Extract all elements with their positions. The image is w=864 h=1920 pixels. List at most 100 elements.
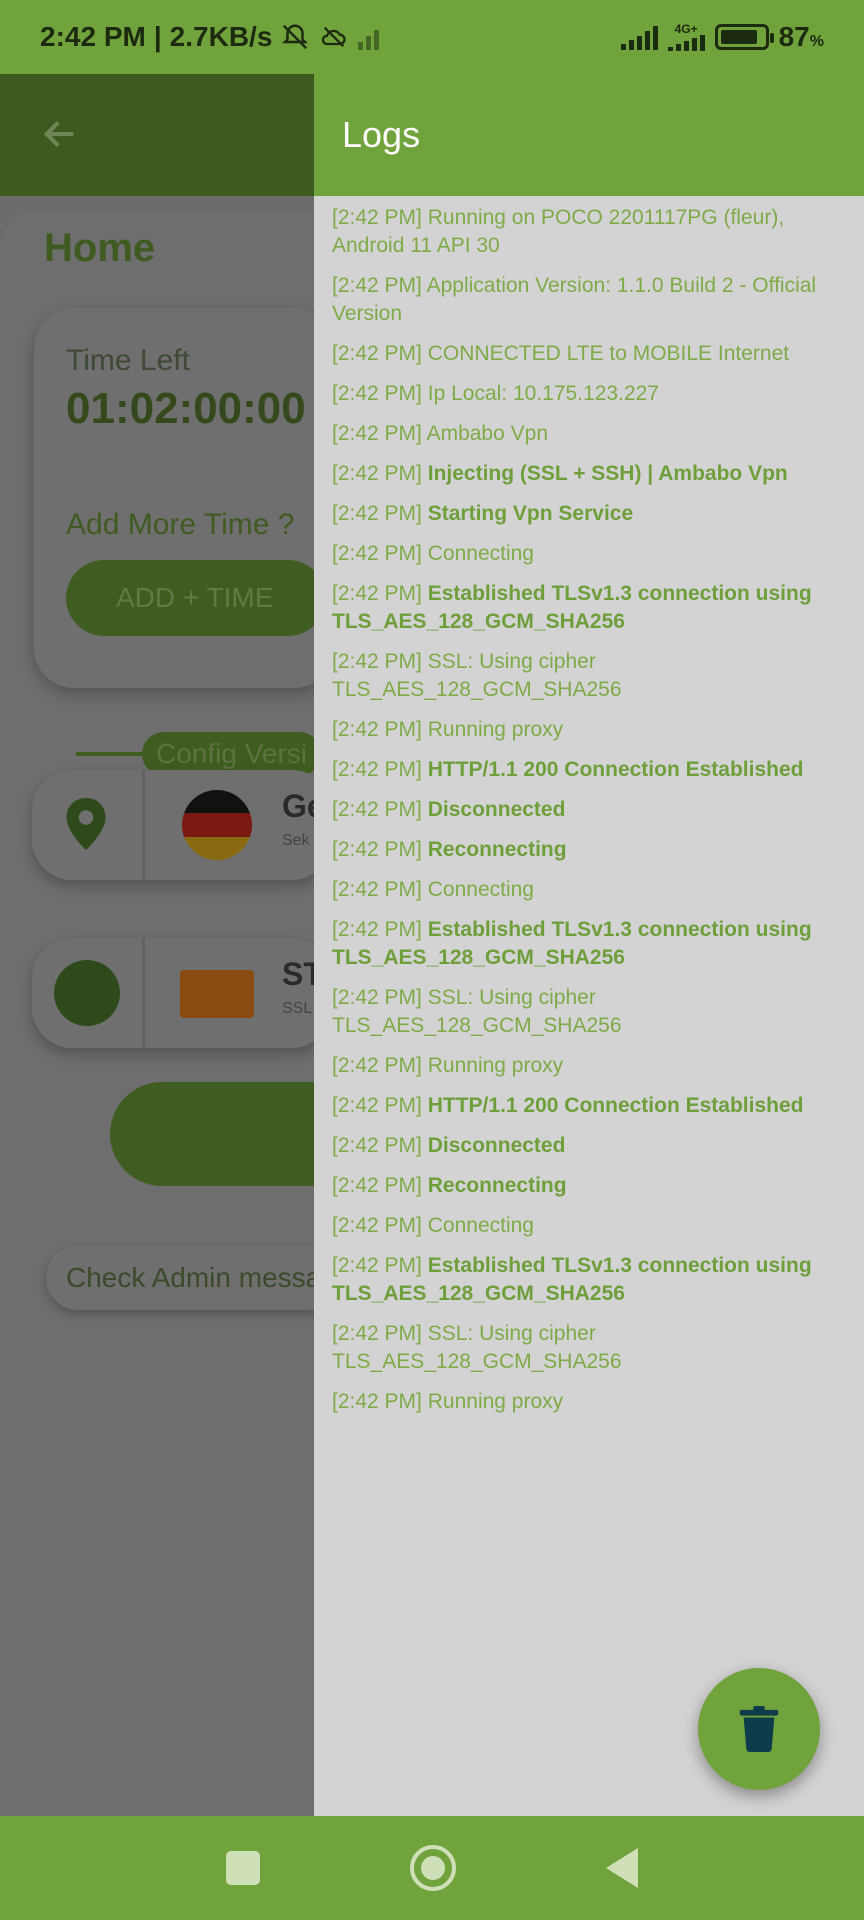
log-entry: [2:42 PM] Running on POCO 2201117PG (fle… xyxy=(332,204,848,260)
cloud-off-icon xyxy=(322,26,346,48)
log-entry: [2:42 PM] HTTP/1.1 200 Connection Establ… xyxy=(332,756,848,784)
germany-flag-icon xyxy=(182,790,252,860)
status-right: 4G+ 87% xyxy=(620,21,824,53)
log-timestamp: [2:42 PM] xyxy=(332,650,422,673)
log-timestamp: [2:42 PM] xyxy=(332,1094,422,1117)
logs-drawer: Logs [2:42 PM] Running on POCO 2201117PG… xyxy=(314,74,864,1816)
log-timestamp: [2:42 PM] xyxy=(332,462,422,485)
log-timestamp: [2:42 PM] xyxy=(332,986,422,1009)
log-entry: [2:42 PM] Running proxy xyxy=(332,1052,848,1080)
log-message: Connecting xyxy=(427,1214,534,1237)
log-timestamp: [2:42 PM] xyxy=(332,1054,422,1077)
server-row[interactable]: Ge Sek xyxy=(32,770,332,880)
log-message: Ip Local: 10.175.123.227 xyxy=(427,382,659,405)
log-timestamp: [2:42 PM] xyxy=(332,718,422,741)
log-timestamp: [2:42 PM] xyxy=(332,274,422,297)
log-timestamp: [2:42 PM] xyxy=(332,542,422,565)
network-label: 4G+ xyxy=(674,22,698,36)
log-timestamp: [2:42 PM] xyxy=(332,422,422,445)
log-timestamp: [2:42 PM] xyxy=(332,206,422,229)
log-message: Running proxy xyxy=(427,718,564,741)
network-type: 4G+ xyxy=(667,22,705,51)
log-message: HTTP/1.1 200 Connection Established xyxy=(427,758,804,781)
log-entry: [2:42 PM] Connecting xyxy=(332,540,848,568)
log-timestamp: [2:42 PM] xyxy=(332,918,422,941)
log-entry: [2:42 PM] Established TLSv1.3 connection… xyxy=(332,1252,848,1308)
signal-strength-icon xyxy=(620,24,658,50)
back-icon[interactable] xyxy=(606,1848,638,1888)
log-message: Starting Vpn Service xyxy=(427,502,634,525)
status-speed: 2.7KB/s xyxy=(169,21,273,52)
log-entry: [2:42 PM] Disconnected xyxy=(332,796,848,824)
signal-strength-icon-2 xyxy=(667,35,705,51)
row-divider xyxy=(142,770,145,880)
timer-value: 01:02:00:00 xyxy=(66,384,306,433)
network-row[interactable]: ST SSL xyxy=(32,938,332,1048)
log-entry: [2:42 PM] Ambabo Vpn xyxy=(332,420,848,448)
log-entry: [2:42 PM] Connecting xyxy=(332,1212,848,1240)
log-timestamp: [2:42 PM] xyxy=(332,582,422,605)
log-message: Connecting xyxy=(427,542,534,565)
location-pin-icon xyxy=(66,798,106,850)
home-title: Home xyxy=(44,226,156,270)
log-message: Connecting xyxy=(427,878,534,901)
log-entry: [2:42 PM] HTTP/1.1 200 Connection Establ… xyxy=(332,1092,848,1120)
log-timestamp: [2:42 PM] xyxy=(332,1134,422,1157)
trash-icon xyxy=(739,1706,779,1752)
log-message: CONNECTED LTE to MOBILE Internet xyxy=(427,342,790,365)
log-timestamp: [2:42 PM] xyxy=(332,342,422,365)
drawer-title: Logs xyxy=(342,114,421,155)
status-left: 2:42 PM | 2.7KB/s xyxy=(40,21,380,53)
recents-icon[interactable] xyxy=(226,1851,260,1885)
log-entry: [2:42 PM] Established TLSv1.3 connection… xyxy=(332,916,848,972)
row-divider-2 xyxy=(142,938,145,1048)
log-timestamp: [2:42 PM] xyxy=(332,1254,422,1277)
log-message: Injecting (SSL + SSH) | Ambabo Vpn xyxy=(427,462,788,485)
battery-percent: 87% xyxy=(779,21,824,53)
navigation-bar xyxy=(0,1816,864,1920)
log-message: Running proxy xyxy=(427,1054,564,1077)
log-entry: [2:42 PM] Injecting (SSL + SSH) | Ambabo… xyxy=(332,460,848,488)
drawer-header: Logs xyxy=(314,74,864,196)
log-message: Reconnecting xyxy=(427,1174,567,1197)
clear-logs-button[interactable] xyxy=(698,1668,820,1790)
home-icon[interactable] xyxy=(410,1845,456,1891)
log-entry: [2:42 PM] Reconnecting xyxy=(332,1172,848,1200)
log-timestamp: [2:42 PM] xyxy=(332,382,422,405)
log-entry: [2:42 PM] Running proxy xyxy=(332,1388,848,1416)
status-time: 2:42 PM xyxy=(40,21,146,52)
log-entry: [2:42 PM] CONNECTED LTE to MOBILE Intern… xyxy=(332,340,848,368)
globe-icon xyxy=(54,960,120,1026)
log-entry: [2:42 PM] SSL: Using cipher TLS_AES_128_… xyxy=(332,1320,848,1376)
log-entry: [2:42 PM] Connecting xyxy=(332,876,848,904)
operator-logo xyxy=(180,970,254,1018)
log-timestamp: [2:42 PM] xyxy=(332,838,422,861)
log-timestamp: [2:42 PM] xyxy=(332,1174,422,1197)
log-entry: [2:42 PM] SSL: Using cipher TLS_AES_128_… xyxy=(332,648,848,704)
battery-percent-sign: % xyxy=(809,33,824,50)
config-line xyxy=(76,752,142,756)
battery-fill xyxy=(720,30,758,44)
log-message: Reconnecting xyxy=(427,838,567,861)
log-timestamp: [2:42 PM] xyxy=(332,502,422,525)
log-entry: [2:42 PM] Disconnected xyxy=(332,1132,848,1160)
battery-icon xyxy=(714,24,774,50)
log-timestamp: [2:42 PM] xyxy=(332,758,422,781)
log-entry: [2:42 PM] Established TLSv1.3 connection… xyxy=(332,580,848,636)
log-timestamp: [2:42 PM] xyxy=(332,1214,422,1237)
add-more-label: Add More Time ? xyxy=(66,508,295,541)
log-entry: [2:42 PM] SSL: Using cipher TLS_AES_128_… xyxy=(332,984,848,1040)
add-time-button[interactable]: ADD + TIME xyxy=(66,560,326,636)
log-entry: [2:42 PM] Running proxy xyxy=(332,716,848,744)
log-timestamp: [2:42 PM] xyxy=(332,1322,422,1345)
log-message: Disconnected xyxy=(427,1134,566,1157)
check-admin-button[interactable]: Check Admin messa xyxy=(46,1246,342,1310)
log-message: Disconnected xyxy=(427,798,566,821)
log-timestamp: [2:42 PM] xyxy=(332,798,422,821)
back-arrow-icon[interactable] xyxy=(40,114,80,154)
log-entry: [2:42 PM] Ip Local: 10.175.123.227 xyxy=(332,380,848,408)
logs-list: [2:42 PM] Running on POCO 2201117PG (fle… xyxy=(314,196,864,1416)
log-message: Ambabo Vpn xyxy=(426,422,548,445)
battery-percent-value: 87 xyxy=(778,21,810,52)
log-timestamp: [2:42 PM] xyxy=(332,1390,422,1413)
